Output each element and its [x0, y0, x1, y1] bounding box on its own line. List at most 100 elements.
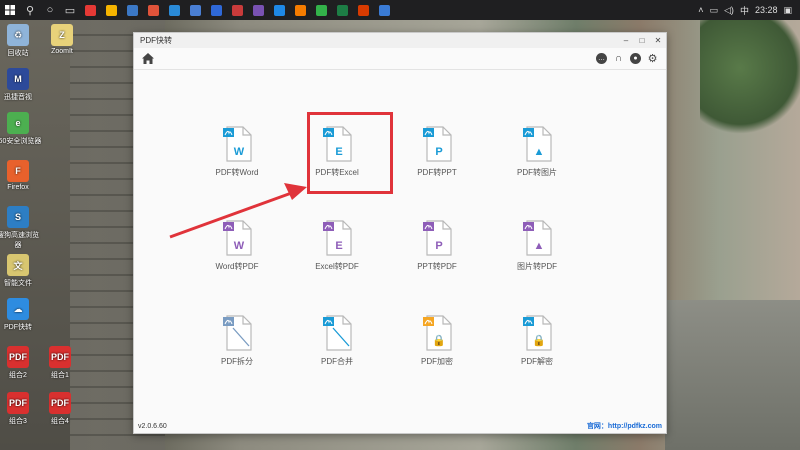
chevron-up-icon[interactable]: ˄	[698, 5, 703, 15]
mail-icon[interactable]	[127, 4, 138, 16]
gear-icon[interactable]: ⚙	[647, 53, 658, 65]
desktop-icon[interactable]: S 搜狗高速浏览器	[0, 206, 42, 250]
system-tray: ˄ ▭ ◁) 中 23:28 ▣	[698, 4, 800, 17]
tool-tile-label: PDF转图片	[517, 168, 557, 177]
app8-icon[interactable]	[232, 4, 243, 16]
tool-tile[interactable]: 🔒 PDF加密	[392, 314, 482, 384]
svg-text:W: W	[234, 240, 245, 252]
excel-icon[interactable]	[337, 4, 348, 16]
pdf-file-icon	[223, 315, 252, 351]
desktop-icon[interactable]: PDF 组合4	[36, 392, 84, 426]
windows-icon	[5, 5, 15, 15]
pdf-file-icon: E	[323, 220, 352, 256]
tool-tile[interactable]: P PDF转PPT	[392, 125, 482, 195]
store-icon[interactable]	[190, 4, 201, 16]
close-button[interactable]: ✕	[650, 36, 666, 45]
desktop-icon-label: 组合1	[51, 372, 69, 379]
window-toolbar: … ∩ ● ⚙	[134, 48, 666, 70]
pdf-file-icon: P	[423, 126, 452, 162]
tool-grid: W PDF转Word E PDF转Excel P PDF转PPT ▲ PDF转图片 W Word转…	[134, 71, 666, 411]
pdf-file-icon: ▲	[523, 126, 552, 162]
tool-tile-label: 图片转PDF	[517, 262, 557, 271]
desktop-icon[interactable]: M 迅捷音视	[0, 68, 42, 102]
notification-icon[interactable]: ▣	[783, 5, 792, 16]
task-view-button[interactable]: ▭	[60, 0, 80, 20]
baidu-icon[interactable]	[211, 4, 222, 16]
desktop-app-icon: ♻	[7, 24, 29, 46]
desktop-icon[interactable]: PDF 组合1	[36, 346, 84, 380]
wechat-icon[interactable]	[316, 4, 327, 16]
search-icon: ⚲	[25, 4, 35, 17]
tool-tile[interactable]: PDF合并	[292, 314, 382, 384]
desktop-icon-label: PDF快转	[4, 324, 32, 331]
minimize-button[interactable]: –	[618, 36, 634, 45]
tool-tile[interactable]: E PDF转Excel	[292, 125, 382, 195]
app11-icon[interactable]	[295, 4, 306, 16]
window-titlebar[interactable]: PDF快转 – □ ✕	[134, 33, 666, 48]
svg-text:W: W	[234, 146, 245, 158]
desktop-app-icon: F	[7, 160, 29, 182]
desktop-icon-label: 搜狗高速浏览器	[0, 232, 39, 249]
desktop-icon[interactable]: e 360安全浏览器	[0, 112, 42, 146]
window-title: PDF快转	[140, 36, 172, 45]
taskbar: ⚲ ○ ▭ ˄ ▭ ◁) 中 23:28 ▣	[0, 0, 800, 20]
desktop-icon-label: 回收站	[7, 50, 29, 57]
tool-tile-label: PDF转PPT	[417, 168, 457, 177]
pdf-quick-icon[interactable]	[379, 4, 390, 16]
desktop-icon-label: ZoomIt	[51, 48, 73, 55]
cortana-button[interactable]: ○	[40, 0, 60, 20]
app9-icon[interactable]	[253, 4, 264, 16]
tool-tile[interactable]: W PDF转Word	[192, 125, 282, 195]
desktop-app-icon: PDF	[7, 346, 29, 368]
tool-tile-label: Word转PDF	[215, 262, 259, 271]
tool-tile[interactable]: 🔒 PDF解密	[492, 314, 582, 384]
tool-tile[interactable]: W Word转PDF	[192, 219, 282, 289]
desktop-icon[interactable]: 文智能文件	[0, 254, 42, 288]
tool-tile[interactable]: PDF拆分	[192, 314, 282, 384]
tool-tile-label: PPT转PDF	[417, 262, 457, 271]
tool-tile-label: PDF解密	[521, 357, 553, 366]
volume-icon[interactable]: ◁)	[724, 5, 734, 16]
desktop-app-icon: ☁	[7, 298, 29, 320]
start-button[interactable]	[0, 0, 20, 20]
desktop-icon-label: 组合4	[51, 418, 69, 425]
desktop-icon[interactable]: Z ZoomIt	[38, 24, 86, 55]
desktop-icon[interactable]: ♻ 回收站	[0, 24, 42, 58]
svg-text:E: E	[335, 240, 342, 252]
svg-text:▲: ▲	[534, 240, 545, 252]
explorer-icon[interactable]	[106, 4, 117, 16]
maximize-button[interactable]: □	[634, 36, 650, 45]
chat-icon[interactable]: …	[596, 53, 607, 64]
tool-tile[interactable]: E Excel转PDF	[292, 219, 382, 289]
user-icon[interactable]: ●	[630, 53, 641, 64]
desktop-icon[interactable]: F Firefox	[0, 160, 42, 191]
chrome-icon[interactable]	[85, 4, 96, 16]
website-link[interactable]: 官网：http://pdfkz.com	[587, 421, 662, 431]
music-icon[interactable]	[148, 4, 159, 16]
app10-icon[interactable]	[274, 4, 285, 16]
desktop-app-icon: S	[7, 206, 29, 228]
headset-icon[interactable]: ∩	[613, 53, 624, 64]
svg-text:P: P	[435, 146, 442, 158]
network-icon[interactable]: ▭	[710, 5, 719, 16]
tool-tile[interactable]: P PPT转PDF	[392, 219, 482, 289]
desktop-icon-label: Firefox	[7, 184, 29, 191]
pdf-file-icon: 🔒	[423, 315, 452, 351]
desktop-app-icon: Z	[51, 24, 73, 46]
taskbar-apps	[80, 4, 395, 16]
svg-text:E: E	[335, 146, 342, 158]
tool-tile-label: PDF合并	[321, 357, 353, 366]
language-indicator[interactable]: 中	[740, 4, 749, 17]
desktop-app-icon: 文	[7, 254, 29, 276]
tool-tile[interactable]: ▲ 图片转PDF	[492, 219, 582, 289]
search-button[interactable]: ⚲	[20, 0, 40, 20]
pdf-file-icon: W	[223, 220, 252, 256]
edge-icon[interactable]	[169, 4, 180, 16]
desktop-app-icon: PDF	[7, 392, 29, 414]
pdf-file-icon: 🔒	[523, 315, 552, 351]
desktop-icon[interactable]: ☁ PDF快转	[0, 298, 42, 332]
clock[interactable]: 23:28	[755, 5, 778, 15]
app14-icon[interactable]	[358, 4, 369, 16]
tool-tile[interactable]: ▲ PDF转图片	[492, 125, 582, 195]
home-icon[interactable]	[142, 53, 154, 64]
